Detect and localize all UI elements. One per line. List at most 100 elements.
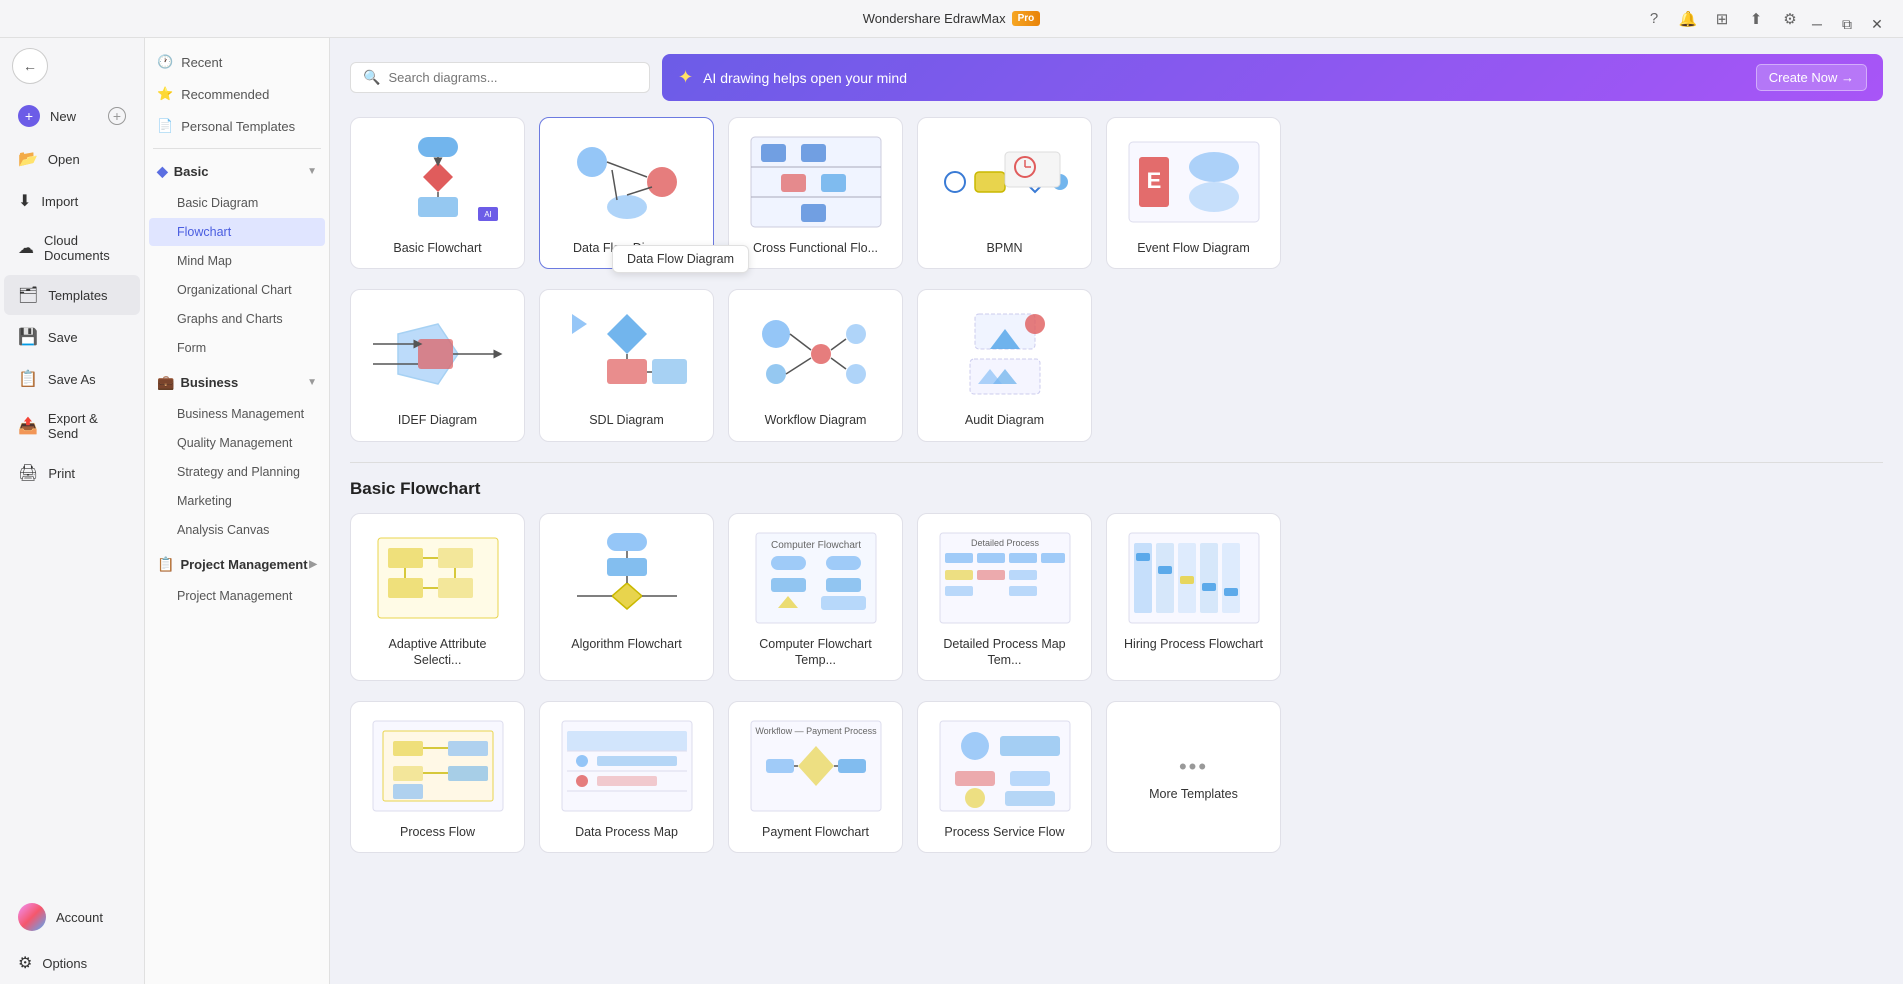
sidebar-export-label: Export & Send xyxy=(48,411,126,441)
template-img-bf6 xyxy=(368,716,508,816)
recent-icon: 🕐 xyxy=(157,54,173,70)
cloud-icon: ☁ xyxy=(18,238,34,258)
sidebar-item-export[interactable]: 📤 Export & Send xyxy=(4,401,140,451)
sidebar-new-label: New xyxy=(50,109,76,124)
help-icon[interactable]: ? xyxy=(1641,6,1667,32)
sidebar-import-label: Import xyxy=(41,194,78,209)
share-icon[interactable]: ⬆ xyxy=(1743,6,1769,32)
template-img-workflow xyxy=(746,304,886,404)
template-img-audit xyxy=(935,304,1075,404)
ai-banner-text: AI drawing helps open your mind xyxy=(703,70,907,86)
cat-section-business: 💼 Business ▼ Business Management Quality… xyxy=(145,366,329,544)
template-img-sdl xyxy=(557,304,697,404)
template-label-bpmn: BPMN xyxy=(986,240,1022,256)
cat-marketing[interactable]: Marketing xyxy=(149,487,325,515)
template-label-event-flow: Event Flow Diagram xyxy=(1137,240,1250,256)
template-adaptive[interactable]: Adaptive Attribute Selecti... xyxy=(350,513,525,682)
template-bpmn[interactable]: BPMN xyxy=(917,117,1092,269)
back-button[interactable]: ← xyxy=(12,48,48,84)
sidebar-item-saveas[interactable]: 📋 Save As xyxy=(4,359,140,399)
ai-icon: ✦ xyxy=(678,67,693,88)
template-data-flow[interactable]: Data Flow Diagram xyxy=(539,117,714,269)
minimize-button[interactable]: ─ xyxy=(1803,10,1831,38)
cat-mind-map[interactable]: Mind Map xyxy=(149,247,325,275)
cat-org-chart[interactable]: Organizational Chart xyxy=(149,276,325,304)
cat-section-project: 📋 Project Management ▶ Project Managemen… xyxy=(145,548,329,610)
template-audit[interactable]: Audit Diagram xyxy=(917,289,1092,441)
template-bf7[interactable]: Data Process Map xyxy=(539,701,714,853)
cat-flowchart[interactable]: Flowchart xyxy=(149,218,325,246)
cat-business-mgmt[interactable]: Business Management xyxy=(149,400,325,428)
sidebar-saveas-label: Save As xyxy=(48,372,96,387)
sidebar-item-cloud[interactable]: ☁ Cloud Documents xyxy=(4,223,140,273)
apps-icon[interactable]: ⊞ xyxy=(1709,6,1735,32)
template-computer[interactable]: Computer Flowchart Computer Flowchart Te… xyxy=(728,513,903,682)
template-algorithm[interactable]: Algorithm Flowchart xyxy=(539,513,714,682)
search-input[interactable] xyxy=(388,70,637,85)
sidebar-item-save[interactable]: 💾 Save xyxy=(4,317,140,357)
cat-personal-templates[interactable]: 📄 Personal Templates xyxy=(145,110,329,142)
cat-form[interactable]: Form xyxy=(149,334,325,362)
template-img-data-flow xyxy=(557,132,697,232)
recommended-label: Recommended xyxy=(181,87,269,102)
template-bf9[interactable]: Process Service Flow xyxy=(917,701,1092,853)
save-icon: 💾 xyxy=(18,327,38,347)
template-label-cross-functional: Cross Functional Flo... xyxy=(753,240,878,256)
template-label-basic-flowchart: Basic Flowchart xyxy=(393,240,481,256)
basic-chevron-icon: ▼ xyxy=(307,166,317,177)
sidebar-cloud-label: Cloud Documents xyxy=(44,233,126,263)
sidebar-templates-label: Templates xyxy=(48,288,107,303)
template-img-adaptive xyxy=(368,528,508,628)
template-basic-flowchart[interactable]: AI Basic Flowchart xyxy=(350,117,525,269)
template-detailed[interactable]: Detailed Process Detailed Process Map Te… xyxy=(917,513,1092,682)
sidebar-item-account[interactable]: Account xyxy=(4,893,140,941)
template-bf8[interactable]: Workflow — Payment Process Payment Flowc… xyxy=(728,701,903,853)
template-more[interactable]: ••• More Templates xyxy=(1106,701,1281,853)
template-sdl[interactable]: SDL Diagram xyxy=(539,289,714,441)
cat-quality-mgmt[interactable]: Quality Management xyxy=(149,429,325,457)
notification-icon[interactable]: 🔔 xyxy=(1675,6,1701,32)
search-icon: 🔍 xyxy=(363,69,380,86)
cat-recommended[interactable]: ⭐ Recommended xyxy=(145,78,329,110)
saveas-icon: 📋 xyxy=(18,369,38,389)
template-img-bf8: Workflow — Payment Process xyxy=(746,716,886,816)
template-label-sdl: SDL Diagram xyxy=(589,412,664,428)
template-img-bf7 xyxy=(557,716,697,816)
template-img-bf9 xyxy=(935,716,1075,816)
recent-label: Recent xyxy=(181,55,222,70)
ai-create-button[interactable]: Create Now → xyxy=(1756,64,1867,91)
svg-text:Computer Flowchart: Computer Flowchart xyxy=(770,540,860,551)
cat-business-header[interactable]: 💼 Business ▼ xyxy=(145,366,329,399)
cat-graphs-charts[interactable]: Graphs and Charts xyxy=(149,305,325,333)
cat-analysis[interactable]: Analysis Canvas xyxy=(149,516,325,544)
template-label-detailed: Detailed Process Map Tem... xyxy=(930,636,1079,669)
sidebar-item-options[interactable]: ⚙ Options xyxy=(4,943,140,983)
sidebar-item-import[interactable]: ⬇ Import xyxy=(4,181,140,221)
template-workflow[interactable]: Workflow Diagram xyxy=(728,289,903,441)
cat-recent[interactable]: 🕐 Recent xyxy=(145,46,329,78)
sidebar-item-new[interactable]: + New + xyxy=(4,95,140,137)
maximize-button[interactable]: ⧉ xyxy=(1833,10,1861,38)
cat-basic-diagram[interactable]: Basic Diagram xyxy=(149,189,325,217)
sidebar-item-templates[interactable]: 🗂 Templates xyxy=(4,275,140,315)
template-idef[interactable]: IDEF Diagram xyxy=(350,289,525,441)
svg-text:E: E xyxy=(1146,168,1161,193)
title-bar: Wondershare EdrawMax Pro ? 🔔 ⊞ ⬆ ⚙ xyxy=(0,0,1903,38)
search-box[interactable]: 🔍 xyxy=(350,62,650,93)
template-event-flow[interactable]: E Event Flow Diagram xyxy=(1106,117,1281,269)
sidebar-item-print[interactable]: 🖨 Print xyxy=(4,453,140,493)
template-hiring[interactable]: Hiring Process Flowchart xyxy=(1106,513,1281,682)
cat-basic-header[interactable]: ◆ Basic ▼ xyxy=(145,155,329,188)
export-icon: 📤 xyxy=(18,416,38,436)
cat-project-header[interactable]: 📋 Project Management ▶ xyxy=(145,548,329,581)
template-bf6[interactable]: Process Flow xyxy=(350,701,525,853)
cat-project-mgmt[interactable]: Project Management xyxy=(149,582,325,610)
template-label-audit: Audit Diagram xyxy=(965,412,1044,428)
sidebar-item-open[interactable]: 📂 Open xyxy=(4,139,140,179)
account-avatar xyxy=(18,903,46,931)
template-label-bf8: Payment Flowchart xyxy=(762,824,869,840)
main-content: 🔍 ✦ AI drawing helps open your mind Crea… xyxy=(330,38,1903,984)
template-cross-functional[interactable]: Cross Functional Flo... xyxy=(728,117,903,269)
close-button[interactable]: ✕ xyxy=(1863,10,1891,38)
cat-strategy[interactable]: Strategy and Planning xyxy=(149,458,325,486)
